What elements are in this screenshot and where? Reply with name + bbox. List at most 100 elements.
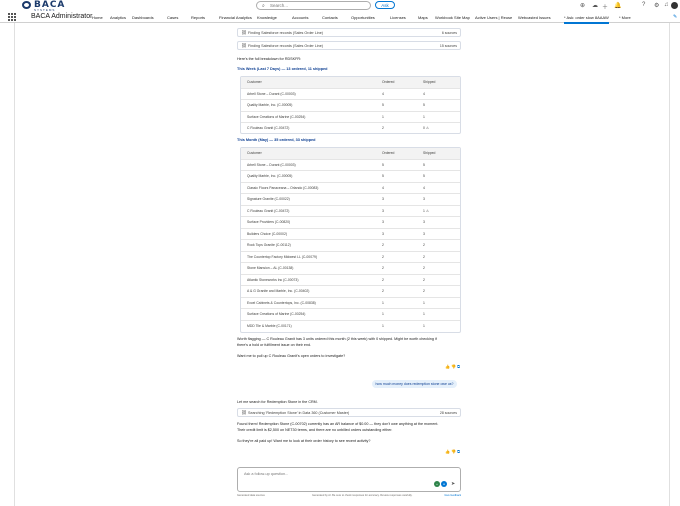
- cell-shipped-warning: 0 ⚠: [423, 126, 429, 130]
- give-feedback-link[interactable]: Give feedback: [444, 494, 461, 497]
- cell-ordered: 3: [382, 197, 384, 201]
- cell-ordered: 1: [382, 323, 384, 328]
- source-count: 28 sources: [439, 411, 457, 415]
- cell-ordered: 5: [382, 174, 384, 178]
- nav-item-reports[interactable]: Reports: [191, 15, 205, 20]
- cell-shipped: 3: [423, 231, 425, 236]
- month-heading: This Month (May) — 35 ordered, 33 shippe…: [237, 138, 316, 142]
- mic-icon[interactable]: ●: [441, 481, 447, 487]
- table-row: Rock Tops Granite (C-00112) 2 2: [241, 240, 460, 252]
- table-row: Arbell Stone – Durant (C-00003) 5 5: [241, 160, 460, 171]
- cell-customer: Builders Choice (C-00002): [247, 231, 287, 236]
- table-header-row: Customer Ordered Shipped: [241, 77, 460, 89]
- baca-logo[interactable]: BACA SYSTEMS: [22, 0, 72, 12]
- nav-item-financial-analytics[interactable]: Financial Analytics: [219, 15, 252, 20]
- cell-shipped: 2: [423, 243, 425, 247]
- chat-input[interactable]: Ask a follow-up question... + ● ➤: [237, 467, 461, 492]
- col-customer: Customer: [247, 151, 262, 155]
- table-row: Quality Marble, Inc. (C-00005) 5 5: [241, 100, 460, 112]
- cell-shipped: 3: [423, 220, 425, 224]
- nav-item-licenses[interactable]: Licenses: [390, 15, 406, 20]
- copy-icon[interactable]: ⧉: [457, 364, 461, 369]
- chat-footer: Generated data sources Generated by AI. …: [237, 494, 461, 498]
- global-search-input[interactable]: ⌕ Search...: [256, 1, 371, 10]
- app-nav-bar: BACA Administrator Home Analytics Dashbo…: [0, 12, 680, 24]
- app-launcher-icon[interactable]: [8, 13, 16, 21]
- cell-shipped: 2: [423, 254, 425, 259]
- cell-shipped: 1: [423, 323, 425, 328]
- col-ordered: Ordered: [382, 151, 395, 155]
- cell-ordered: 2: [382, 254, 384, 259]
- cell-ordered: 3: [382, 220, 384, 224]
- user-message-bubble: how much money does redemption stone owe…: [372, 380, 457, 388]
- nav-item-workbook-site-map[interactable]: Workbook Site Map: [435, 15, 470, 20]
- cell-shipped: 4: [423, 185, 425, 190]
- table-row: Classic Floors Panaceana – Orlando (C-00…: [241, 183, 460, 194]
- nav-item-cases[interactable]: Cases: [167, 15, 178, 20]
- cell-ordered: 2: [382, 126, 384, 130]
- nav-item-dashboards[interactable]: Dashboards: [132, 15, 154, 20]
- table-row: Surface Creations of Marine (C-00254) 1 1: [241, 309, 460, 321]
- nav-item-active-tab[interactable]: * Ask: order slow 8AAAW: [564, 15, 609, 24]
- add-icon[interactable]: ＋: [602, 2, 608, 11]
- footer-data-sources[interactable]: Generated data sources: [237, 494, 265, 497]
- source-count: 6 sources: [441, 31, 457, 35]
- source-citation[interactable]: ⛓ Finding Salesforce records (Sales Orde…: [237, 41, 461, 50]
- nav-item-accounts[interactable]: Accounts: [292, 15, 308, 20]
- attach-icon[interactable]: +: [434, 481, 440, 487]
- cell-shipped: 1: [423, 114, 425, 119]
- nav-item-knowledge[interactable]: Knowledge: [257, 15, 277, 20]
- col-ordered: Ordered: [382, 80, 395, 84]
- cell-shipped: 2: [423, 289, 425, 293]
- cell-customer: Surface Providers (C-00820): [247, 220, 291, 224]
- cell-shipped: 4: [423, 91, 425, 96]
- help-icon[interactable]: ?: [642, 2, 645, 8]
- ask-button[interactable]: Ask: [375, 1, 395, 9]
- user-avatar[interactable]: [671, 2, 678, 9]
- cell-ordered: 2: [382, 243, 384, 247]
- source-citation[interactable]: ⛓ Finding Salesforce records (Sales Orde…: [237, 28, 461, 37]
- nav-item-maps[interactable]: Maps: [418, 15, 428, 20]
- nav-item-active-users[interactable]: Active Users | Reuse: [475, 15, 512, 20]
- nav-item-contacts[interactable]: Contacts: [322, 15, 338, 20]
- cell-customer: Signature Granite (C-00022): [247, 197, 290, 201]
- source-label: Finding Salesforce records (Sales Order …: [248, 44, 324, 48]
- nav-item-analytics[interactable]: Analytics: [110, 15, 126, 20]
- cell-customer: Quality Marble, Inc. (C-00005): [247, 174, 293, 178]
- link-icon: ⛓: [241, 30, 247, 35]
- cell-customer: Classic Floors Panaceana – Orlando (C-00…: [247, 185, 319, 190]
- cell-customer: Surface Creations of Marine (C-00254): [247, 114, 306, 119]
- nav-item-more[interactable]: * More: [619, 15, 631, 20]
- nav-item-opportunities[interactable]: Opportunities: [351, 15, 375, 20]
- footer-disclaimer: Generated by AI. Be sure to check respon…: [312, 494, 413, 497]
- table-row: Surface Creations of Marine (C-00254) 1 1: [241, 112, 460, 123]
- table-row: The Countertop Factory Midwest LL (C-000…: [241, 252, 460, 263]
- cell-customer: Surface Creations of Marine (C-00254): [247, 312, 306, 316]
- cell-shipped: 2: [423, 277, 425, 282]
- favorites-icon[interactable]: ⊕: [580, 2, 585, 9]
- setup-assistant-icon[interactable]: ☁: [592, 2, 598, 9]
- source-count: 15 sources: [439, 44, 457, 48]
- found-text-line1: Found them! Redemption Stone (C-00702) c…: [237, 422, 439, 426]
- cell-customer: Arbell Stone – Durant (C-00003): [247, 91, 296, 96]
- table-row: MDD Tile & Marble (C-00171) 1 1: [241, 321, 460, 333]
- edit-nav-icon[interactable]: ✎: [673, 14, 677, 20]
- search-icon: ⌕: [262, 3, 265, 9]
- copy-icon[interactable]: ⧉: [457, 449, 461, 454]
- cell-ordered: 4: [382, 185, 384, 190]
- send-icon[interactable]: ➤: [451, 481, 455, 487]
- cell-shipped-warning: 1 ⚠: [423, 208, 429, 213]
- nav-item-webcasted-issues[interactable]: Webcasted Issues: [518, 15, 551, 20]
- cell-customer: Arbell Stone – Durant (C-00003): [247, 162, 296, 167]
- bell-icon[interactable]: ♫: [664, 2, 669, 8]
- cell-ordered: 1: [382, 300, 384, 305]
- cell-ordered: 5: [382, 162, 384, 167]
- cell-shipped: 3: [423, 197, 425, 201]
- cell-customer: C Rouleau Granit (C-00472): [247, 208, 290, 213]
- table-row: C Rouleau Granit (C-00472) 3 1 ⚠: [241, 206, 460, 217]
- source-citation[interactable]: ⛓ Searching 'Redemption Stone' in Data 3…: [237, 408, 461, 417]
- gear-icon[interactable]: ⚙: [654, 2, 659, 9]
- notifications-bell-icon[interactable]: 🔔: [614, 2, 621, 9]
- nav-item-home[interactable]: Home: [92, 15, 103, 20]
- table-header-row: Customer Ordered Shipped: [241, 148, 460, 160]
